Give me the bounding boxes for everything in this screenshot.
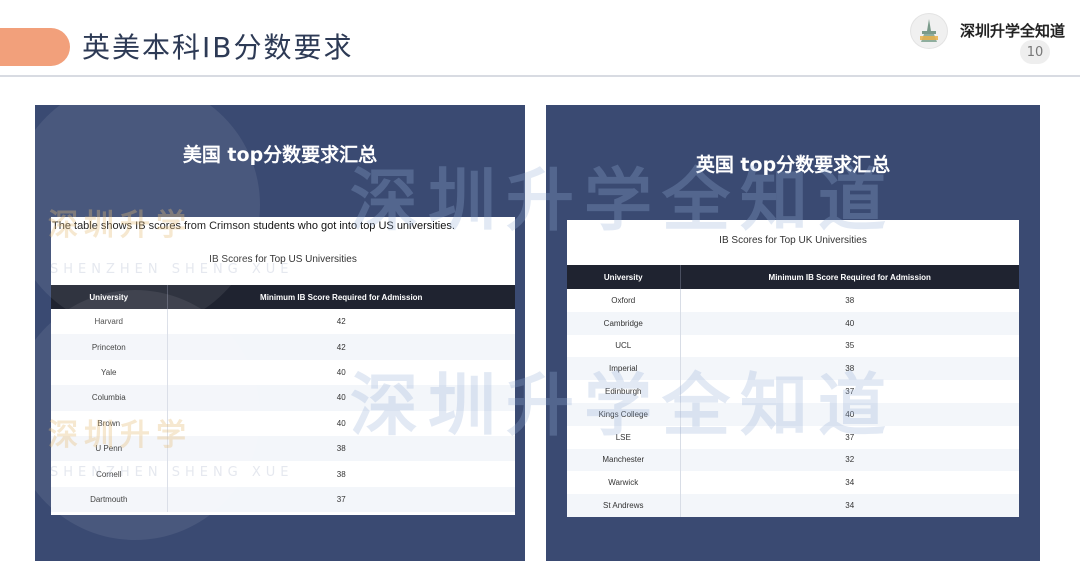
table-row: Edinburgh 37 — [567, 380, 1019, 403]
university-cell: St Andrews — [567, 494, 681, 517]
score-cell: 40 — [336, 418, 346, 428]
table-row: Imperial 38 — [567, 357, 1019, 381]
column-header-university: University — [51, 285, 168, 309]
uk-panel: 英国 top分数要求汇总 IB Scores for Top UK Univer… — [546, 105, 1040, 561]
university-cell: Oxford — [567, 289, 681, 312]
table-row: Princeton 42 — [51, 334, 515, 360]
university-cell: Imperial — [567, 357, 681, 381]
university-cell: LSE — [567, 425, 681, 449]
score-cell: 38 — [680, 357, 1019, 381]
header-divider — [0, 75, 1080, 77]
score-cell: 37 — [845, 432, 855, 442]
page-title: 英美本科IB分数要求 — [82, 31, 354, 64]
university-cell: Columbia — [51, 385, 168, 411]
university-cell: Harvard — [51, 309, 168, 335]
university-cell: Dartmouth — [51, 486, 168, 513]
uk-panel-heading: 英国 top分数要求汇总 — [695, 154, 891, 176]
table-row: St Andrews 34 — [567, 494, 1019, 517]
score-cell: 34 — [680, 494, 1019, 517]
score-cell: 42 — [167, 334, 515, 360]
table-header-row: University Minimum IB Score Required for… — [51, 285, 515, 309]
page-number: 10 — [1020, 40, 1050, 64]
us-table-note: The table shows IB scores from Crimson s… — [52, 220, 455, 232]
score-cell: 35 — [845, 341, 855, 351]
score-cell: 37 — [167, 486, 515, 513]
university-cell: UCL — [567, 334, 681, 358]
table-row: Dartmouth 37 — [51, 486, 515, 513]
score-cell: 42 — [336, 317, 346, 327]
score-cell: 32 — [680, 448, 1019, 472]
uk-scores-card: IB Scores for Top UK Universities Univer… — [567, 220, 1019, 517]
table-row: Cornell 38 — [51, 461, 515, 487]
table-row: Manchester 32 — [567, 448, 1019, 472]
column-header-min-score: Minimum IB Score Required for Admission — [680, 265, 1019, 289]
brand-name: 深圳升学全知道 — [960, 22, 1066, 40]
university-cell: Cambridge — [567, 311, 681, 335]
us-scores-card: The table shows IB scores from Crimson s… — [51, 217, 515, 515]
table-row: LSE 37 — [567, 425, 1019, 449]
university-cell: Manchester — [567, 448, 681, 472]
accent-bar — [0, 28, 70, 66]
table-row: Columbia 40 — [51, 385, 515, 411]
score-cell: 37 — [845, 387, 855, 397]
us-panel-heading: 美国 top分数要求汇总 — [182, 144, 378, 166]
table-row: U Penn 38 — [51, 435, 515, 462]
table-row: UCL 35 — [567, 334, 1019, 358]
score-cell: 38 — [845, 295, 855, 305]
score-cell: 40 — [680, 311, 1019, 335]
table-row: Brown 40 — [51, 410, 515, 436]
table-header-row: University Minimum IB Score Required for… — [567, 265, 1019, 289]
table-row: Kings College 40 — [567, 402, 1019, 426]
university-cell: Edinburgh — [567, 380, 681, 403]
university-cell: U Penn — [51, 435, 168, 462]
us-panel: 美国 top分数要求汇总 The table shows IB scores f… — [35, 105, 525, 561]
table-row: Cambridge 40 — [567, 311, 1019, 335]
university-cell: Princeton — [51, 334, 168, 360]
column-header-min-score: Minimum IB Score Required for Admission — [167, 285, 515, 309]
brand-logo — [910, 13, 948, 49]
university-cell: Kings College — [567, 402, 681, 426]
university-cell: Brown — [51, 410, 168, 436]
score-cell: 40 — [680, 402, 1019, 426]
score-cell: 34 — [845, 478, 855, 488]
score-cell: 38 — [167, 435, 515, 462]
table-row: Harvard 42 — [51, 309, 515, 335]
us-scores-table: University Minimum IB Score Required for… — [51, 285, 515, 513]
column-header-university: University — [567, 265, 681, 289]
table-row: Oxford 38 — [567, 289, 1019, 312]
university-cell: Cornell — [51, 461, 168, 487]
university-cell: Yale — [51, 359, 168, 386]
table-row: Warwick 34 — [567, 471, 1019, 495]
us-table-caption: IB Scores for Top US Universities — [209, 254, 357, 265]
score-cell: 38 — [336, 469, 346, 479]
score-cell: 40 — [167, 385, 515, 411]
uk-scores-table: University Minimum IB Score Required for… — [567, 265, 1019, 517]
tower-icon — [920, 19, 938, 42]
university-cell: Warwick — [567, 471, 681, 495]
score-cell: 40 — [336, 367, 346, 377]
uk-table-caption: IB Scores for Top UK Universities — [719, 235, 867, 246]
table-row: Yale 40 — [51, 359, 515, 386]
